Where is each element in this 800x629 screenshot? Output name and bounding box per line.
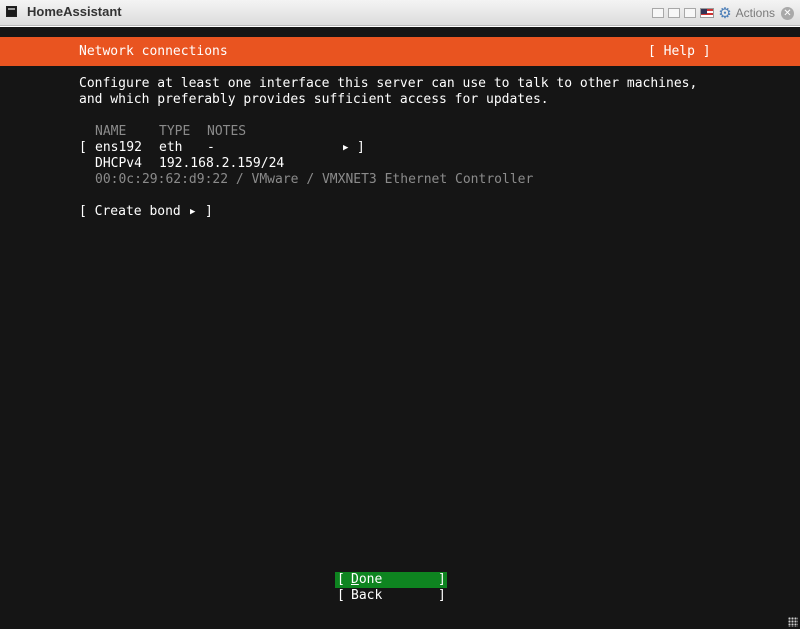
installer-terminal: Network connections [ Help ] Configure a… — [0, 27, 800, 629]
page-title: Network connections — [79, 44, 228, 59]
us-flag-icon[interactable] — [700, 8, 715, 18]
intro-text-line-1: Configure at least one interface this se… — [79, 76, 698, 91]
column-header-name: NAME — [95, 124, 127, 139]
hardware-info: 00:0c:29:62:d9:22 / VMware / VMXNET3 Eth… — [95, 172, 534, 187]
done-label-rest: one — [358, 572, 383, 587]
minimize-icon[interactable] — [668, 8, 681, 18]
create-bond-close-bracket: ] — [205, 204, 213, 219]
interface-row-ens192[interactable]: [ ens192 eth - ▶ ] — [0, 140, 800, 357]
column-header-type: TYPE — [159, 124, 191, 139]
done-label: Done — [351, 572, 382, 588]
help-button[interactable]: [ Help ] — [648, 44, 711, 60]
done-close-bracket: ] — [438, 572, 446, 587]
back-close-bracket: ] — [438, 588, 446, 603]
intro-text-line-2: and which preferably provides sufficient… — [79, 92, 549, 107]
terminal-icon — [6, 6, 17, 17]
maximize-icon[interactable] — [684, 8, 697, 18]
done-button[interactable]: [ Done ] — [335, 572, 447, 588]
create-bond-button[interactable]: [ Create bond ▶ ] — [0, 204, 800, 552]
address-method: DHCPv4 — [95, 156, 142, 171]
fit-window-icon[interactable] — [652, 8, 665, 18]
title-bar: HomeAssistant ⚙ Actions ✕ — [0, 0, 800, 26]
column-header-notes: NOTES — [207, 124, 247, 139]
title-bar-controls: ⚙ Actions ✕ — [652, 4, 794, 22]
back-label: Back — [351, 588, 383, 603]
interface-row-open-bracket: [ — [79, 140, 87, 155]
right-triangle-icon: ▶ — [190, 207, 196, 217]
back-button[interactable]: [ Back ] — [335, 588, 447, 604]
interface-row-close-bracket: ] — [357, 140, 365, 155]
gear-icon[interactable]: ⚙ — [718, 5, 731, 21]
interface-notes: - — [207, 140, 215, 155]
close-icon[interactable]: ✕ — [781, 6, 794, 20]
interface-name: ens192 — [95, 140, 142, 155]
resize-grip-icon[interactable] — [788, 617, 798, 627]
create-bond-label: [ Create bond — [79, 204, 181, 219]
done-open-bracket: [ — [337, 572, 345, 587]
ip-address: 192.168.2.159/24 — [159, 156, 285, 171]
right-triangle-icon: ▶ — [343, 143, 349, 153]
back-open-bracket: [ — [337, 588, 345, 603]
done-hotkey: D — [351, 572, 359, 587]
window-title: HomeAssistant — [27, 4, 122, 19]
interface-type: eth — [159, 140, 183, 155]
console-window: HomeAssistant ⚙ Actions ✕ Network connec… — [0, 0, 800, 629]
header-bar: Network connections [ Help ] — [0, 37, 800, 66]
actions-menu[interactable]: Actions — [736, 6, 775, 20]
